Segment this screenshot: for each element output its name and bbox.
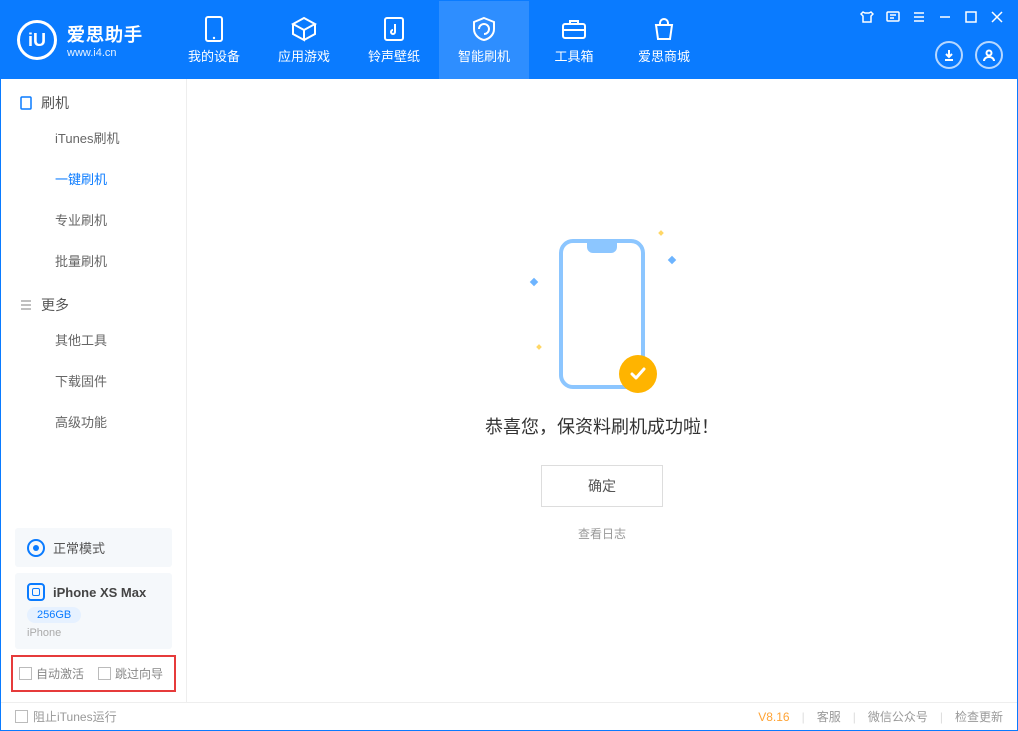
shirt-icon[interactable] bbox=[859, 9, 875, 25]
checkbox-icon bbox=[98, 667, 111, 680]
section-title-text: 刷机 bbox=[41, 93, 69, 113]
tab-label: 爱思商城 bbox=[638, 46, 690, 65]
sidebar-item-batch-flash[interactable]: 批量刷机 bbox=[1, 240, 186, 281]
tab-ringtone-wallpaper[interactable]: 铃声壁纸 bbox=[349, 1, 439, 79]
footer-right: V8.16 | 客服 | 微信公众号 | 检查更新 bbox=[758, 708, 1003, 725]
sidebar-bottom: 正常模式 iPhone XS Max 256GB iPhone 自动激活 跳过向… bbox=[1, 522, 186, 702]
device-name: iPhone XS Max bbox=[53, 585, 146, 600]
tab-label: 工具箱 bbox=[554, 46, 593, 65]
list-mini-icon bbox=[19, 298, 33, 312]
customer-service-link[interactable]: 客服 bbox=[817, 708, 841, 725]
tab-toolbox[interactable]: 工具箱 bbox=[529, 1, 619, 79]
phone-illustration bbox=[559, 239, 645, 389]
checkbox-label: 跳过向导 bbox=[115, 665, 163, 682]
window-controls bbox=[859, 9, 1005, 25]
sidebar-item-advanced[interactable]: 高级功能 bbox=[1, 401, 186, 442]
tab-my-device[interactable]: 我的设备 bbox=[169, 1, 259, 79]
cube-icon bbox=[291, 16, 317, 42]
brand-name: 爱思助手 bbox=[67, 21, 143, 47]
section-title-text: 更多 bbox=[41, 295, 69, 315]
sidebar-item-other-tools[interactable]: 其他工具 bbox=[1, 319, 186, 360]
toolbox-icon bbox=[561, 16, 587, 42]
checkbox-row-highlighted: 自动激活 跳过向导 bbox=[11, 655, 176, 692]
auto-activate-checkbox[interactable]: 自动激活 bbox=[19, 665, 84, 682]
body: 刷机 iTunes刷机 一键刷机 专业刷机 批量刷机 更多 其他工具 下载固件 … bbox=[1, 79, 1017, 702]
phone-mini-icon bbox=[19, 96, 33, 110]
device-box[interactable]: iPhone XS Max 256GB iPhone bbox=[15, 573, 172, 649]
tab-label: 我的设备 bbox=[188, 46, 240, 65]
header-actions bbox=[935, 41, 1003, 69]
checkbox-icon bbox=[15, 710, 28, 723]
tab-label: 智能刷机 bbox=[458, 46, 510, 65]
sidebar-section-more: 更多 bbox=[1, 281, 186, 319]
mode-indicator-icon bbox=[27, 539, 45, 557]
success-check-icon bbox=[619, 355, 657, 393]
view-log-link[interactable]: 查看日志 bbox=[578, 525, 626, 542]
wechat-link[interactable]: 微信公众号 bbox=[868, 708, 928, 725]
block-itunes-checkbox[interactable]: 阻止iTunes运行 bbox=[15, 708, 117, 725]
minimize-button[interactable] bbox=[937, 9, 953, 25]
header: iU 爱思助手 www.i4.cn 我的设备 应用游戏 铃声壁纸 智能刷机 工具… bbox=[1, 1, 1017, 79]
close-button[interactable] bbox=[989, 9, 1005, 25]
tab-label: 应用游戏 bbox=[278, 46, 330, 65]
success-message: 恭喜您，保资料刷机成功啦！ bbox=[485, 413, 719, 439]
sidebar-item-itunes-flash[interactable]: iTunes刷机 bbox=[1, 117, 186, 158]
nav-tabs: 我的设备 应用游戏 铃声壁纸 智能刷机 工具箱 爱思商城 bbox=[169, 1, 709, 79]
user-button[interactable] bbox=[975, 41, 1003, 69]
shield-icon bbox=[471, 16, 497, 42]
logo-text: 爱思助手 www.i4.cn bbox=[67, 21, 143, 59]
tab-apps-games[interactable]: 应用游戏 bbox=[259, 1, 349, 79]
brand-url: www.i4.cn bbox=[67, 47, 143, 59]
check-update-link[interactable]: 检查更新 bbox=[955, 708, 1003, 725]
mode-label: 正常模式 bbox=[53, 538, 105, 557]
device-icon bbox=[201, 16, 227, 42]
logo-icon: iU bbox=[17, 20, 57, 60]
sparkle-icon bbox=[536, 344, 542, 350]
checkbox-label: 自动激活 bbox=[36, 665, 84, 682]
sparkle-icon bbox=[530, 278, 538, 286]
logo-area[interactable]: iU 爱思助手 www.i4.cn bbox=[1, 20, 159, 60]
sidebar-item-oneclick-flash[interactable]: 一键刷机 bbox=[1, 158, 186, 199]
checkbox-icon bbox=[19, 667, 32, 680]
mode-box[interactable]: 正常模式 bbox=[15, 528, 172, 567]
note-icon bbox=[381, 16, 407, 42]
tab-label: 铃声壁纸 bbox=[368, 46, 420, 65]
sparkle-icon bbox=[668, 256, 676, 264]
sidebar-item-download-firmware[interactable]: 下载固件 bbox=[1, 360, 186, 401]
tab-smart-flash[interactable]: 智能刷机 bbox=[439, 1, 529, 79]
maximize-button[interactable] bbox=[963, 9, 979, 25]
capacity-badge: 256GB bbox=[27, 607, 81, 623]
menu-icon[interactable] bbox=[911, 9, 927, 25]
skip-guide-checkbox[interactable]: 跳过向导 bbox=[98, 665, 163, 682]
footer: 阻止iTunes运行 V8.16 | 客服 | 微信公众号 | 检查更新 bbox=[1, 702, 1017, 730]
sidebar: 刷机 iTunes刷机 一键刷机 专业刷机 批量刷机 更多 其他工具 下载固件 … bbox=[1, 79, 187, 702]
download-button[interactable] bbox=[935, 41, 963, 69]
checkbox-label: 阻止iTunes运行 bbox=[33, 708, 117, 725]
main-content: 恭喜您，保资料刷机成功啦！ 确定 查看日志 bbox=[187, 79, 1017, 702]
sparkle-icon bbox=[658, 230, 664, 236]
device-small-icon bbox=[27, 583, 45, 601]
feedback-icon[interactable] bbox=[885, 9, 901, 25]
sidebar-item-pro-flash[interactable]: 专业刷机 bbox=[1, 199, 186, 240]
sidebar-section-flash: 刷机 bbox=[1, 79, 186, 117]
version-label: V8.16 bbox=[758, 710, 789, 724]
ok-button[interactable]: 确定 bbox=[541, 465, 663, 507]
device-type: iPhone bbox=[27, 627, 160, 639]
tab-store[interactable]: 爱思商城 bbox=[619, 1, 709, 79]
bag-icon bbox=[651, 16, 677, 42]
